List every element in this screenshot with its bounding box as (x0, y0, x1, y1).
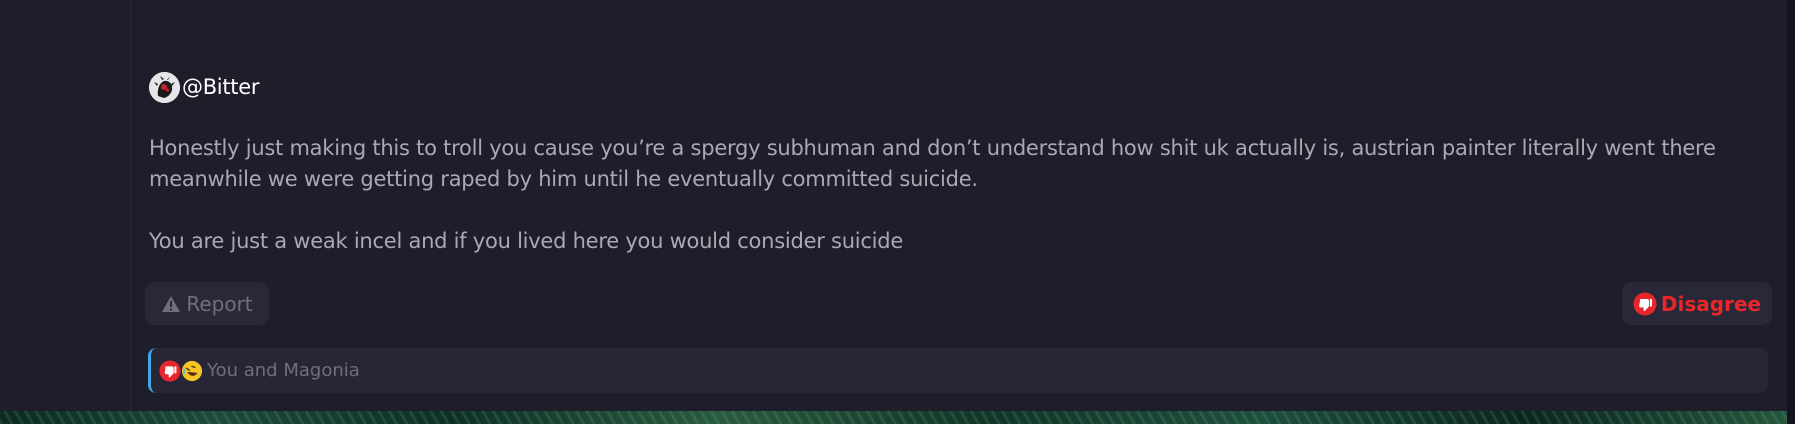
thumbs-down-icon (1633, 292, 1657, 316)
post-paragraph: Honestly just making this to troll you c… (149, 136, 1716, 191)
disagree-button[interactable]: Disagree (1622, 282, 1772, 325)
page-edge (1787, 0, 1795, 424)
post-card: @Bitter Honestly just making this to tro… (131, 0, 1787, 411)
post-paragraph: You are just a weak incel and if you liv… (149, 229, 904, 253)
laughing-reaction-icon (181, 360, 203, 382)
page: @Bitter Honestly just making this to tro… (0, 0, 1795, 424)
reactions-bar[interactable]: You and Magonia (148, 348, 1768, 393)
reaction-icons (159, 359, 203, 382)
thumbs-down-reaction-icon (159, 359, 181, 382)
report-label: Report (186, 291, 253, 316)
disagree-label: Disagree (1660, 291, 1762, 316)
reaction-summary[interactable]: You and Magonia (207, 360, 360, 381)
background-image (0, 410, 1795, 424)
author-name[interactable]: @Bitter (182, 75, 259, 99)
post-author[interactable]: @Bitter (149, 71, 259, 103)
avatar[interactable] (149, 71, 180, 103)
warning-icon (161, 295, 181, 313)
report-button[interactable]: Report (145, 282, 269, 325)
post-body: Honestly just making this to troll you c… (149, 133, 1769, 257)
left-gutter (0, 0, 131, 411)
